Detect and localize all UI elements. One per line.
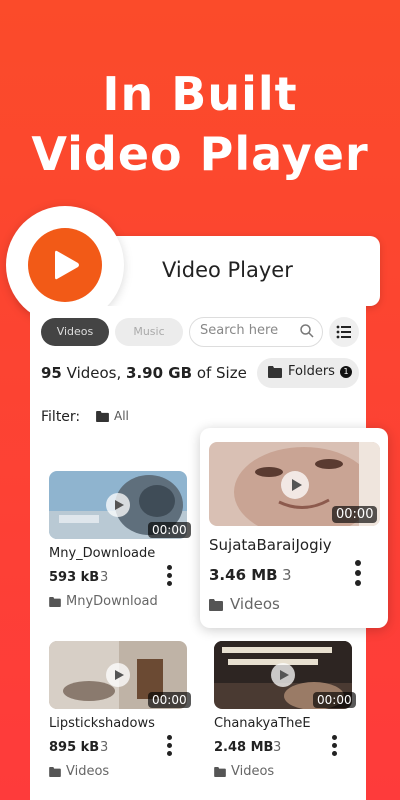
video-size: 2.48 MB [214,740,274,755]
headline-line2: Video Player [31,127,369,181]
video-size: 895 kB [49,740,100,755]
video-folder: Videos [230,595,280,613]
tab-music[interactable]: Music [115,318,183,346]
more-options-icon[interactable] [329,735,339,759]
folder-icon [209,599,223,611]
video-title[interactable]: Lipstickshadows [49,716,161,731]
filter-folder-icon [96,411,109,422]
folders-badge: 1 [340,366,352,378]
more-options-icon[interactable] [164,735,174,759]
filter-value[interactable]: All [114,409,129,423]
video-count: 95 [41,364,62,382]
video-count-value: 3 [100,570,109,585]
video-title[interactable]: SujataBaraiJogiy [209,536,359,554]
folder-icon [268,366,282,378]
total-size-label: of Size [196,364,247,382]
video-size: 593 kB [49,570,100,585]
total-size: 3.90 GB [126,364,193,382]
folder-icon [49,767,61,777]
video-duration: 00:00 [148,692,191,708]
play-icon [28,228,102,302]
play-icon[interactable] [106,663,130,687]
play-icon[interactable] [281,471,309,499]
filter-label: Filter: [41,409,81,425]
tab-videos[interactable]: Videos [41,318,109,346]
promo-headline: In Built Video Player [0,64,400,184]
video-size: 3.46 MB [209,566,278,584]
folders-label: Folders [288,364,335,379]
app-title: Video Player [162,258,293,282]
play-icon[interactable] [271,663,295,687]
video-duration: 00:00 [148,522,191,538]
list-icon [336,325,351,339]
video-title[interactable]: ChanakyaTheE [214,716,326,731]
search-placeholder: Search here [200,323,279,338]
folder-icon [214,767,226,777]
more-options-icon[interactable] [164,565,174,589]
video-folder: MnyDownload [66,594,158,609]
video-folder: Videos [66,764,110,779]
video-count-value: 3 [282,566,292,584]
more-options-icon[interactable] [353,560,363,589]
library-summary: 95 Videos, 3.90 GB of Size [41,364,247,382]
play-icon[interactable] [106,493,130,517]
video-duration: 00:00 [332,506,378,523]
list-view-button[interactable] [329,317,359,347]
video-duration: 00:00 [313,692,356,708]
video-count-value: 3 [100,740,109,755]
video-folder: Videos [231,764,275,779]
headline-line1: In Built [102,67,298,121]
video-count-label: Videos, [66,364,122,382]
video-title[interactable]: Mny_Downloade [49,546,161,561]
video-count-value: 3 [273,740,282,755]
search-icon[interactable] [299,323,315,339]
folder-icon [49,597,61,607]
